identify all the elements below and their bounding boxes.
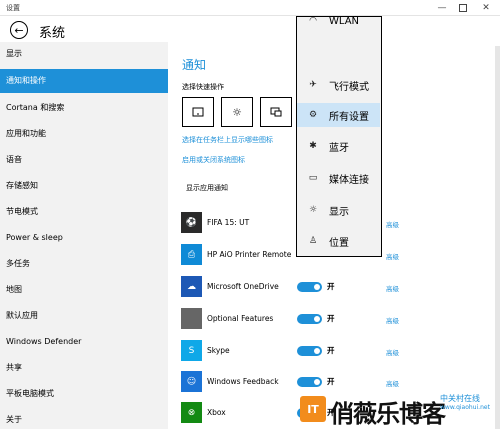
sidebar-item-defender[interactable]: Windows Defender <box>0 330 168 354</box>
menu-item-label: 显示 <box>329 206 349 218</box>
menu-item-label: 位置 <box>329 237 349 249</box>
show-app-notifications-label: 显示应用通知 <box>186 184 228 192</box>
menu-item-label: 蓝牙 <box>329 142 349 154</box>
app-name: Skype <box>207 346 230 355</box>
quick-action-tile-3[interactable] <box>260 97 292 127</box>
scrollbar[interactable] <box>495 46 500 429</box>
minimize-icon: — <box>437 3 447 13</box>
window-title: 设置 <box>6 4 20 12</box>
menu-item-wlan[interactable]: ◠ WLAN <box>297 16 380 33</box>
brightness-icon: ☼ <box>308 205 318 215</box>
sidebar: 显示 通知和操作 Cortana 和搜索 应用和功能 语音 存储感知 节电模式 … <box>0 42 168 429</box>
toggle-state-label: 开 <box>327 377 335 386</box>
sidebar-item-multitasking[interactable]: 多任务 <box>0 252 168 276</box>
notification-toggle[interactable] <box>297 377 322 387</box>
sidebar-item-storage[interactable]: 存储感知 <box>0 174 168 198</box>
onedrive-icon: ☁ <box>181 276 202 297</box>
sidebar-item-power-sleep[interactable]: Power & sleep <box>0 226 168 250</box>
advanced-link[interactable]: 高级 <box>386 347 399 357</box>
xbox-icon: ⊗ <box>181 402 202 423</box>
app-name: HP AiO Printer Remote <box>207 250 292 259</box>
title-bar: 设置 — ✕ <box>0 0 500 16</box>
airplane-icon: ✈ <box>309 80 317 90</box>
watermark-logo: IT <box>300 396 326 422</box>
quick-action-tile-1[interactable] <box>182 97 214 127</box>
back-arrow-icon: ← <box>14 23 24 37</box>
hp-printer-icon: ⎙ <box>181 244 202 265</box>
gear-icon: ⚙ <box>308 110 318 120</box>
maximize-button[interactable] <box>451 0 475 16</box>
notification-toggle[interactable] <box>297 282 322 292</box>
sidebar-item-notifications[interactable]: 通知和操作 <box>0 69 168 93</box>
advanced-link[interactable]: 高级 <box>386 251 399 261</box>
menu-item-bluetooth[interactable]: ✱ 蓝牙 <box>297 134 380 158</box>
system-icons-link[interactable]: 启用或关闭系统图标 <box>182 155 245 165</box>
app-name: Optional Features <box>207 314 274 323</box>
section-title: 通知 <box>182 58 207 72</box>
toggle-state-label: 开 <box>327 346 335 355</box>
sidebar-item-apps[interactable]: 应用和功能 <box>0 122 168 146</box>
watermark-subtext: 中关村在线 <box>440 394 480 403</box>
wifi-icon: ◠ <box>309 16 317 26</box>
quick-settings-menu: ◠ WLAN ✈ 飞行模式 ⚙ 所有设置 ✱ 蓝牙 ▭ 媒体连接 ☼ 显示 ♙ … <box>296 16 382 257</box>
project-icon <box>270 107 282 117</box>
site-watermark: IT 俏薇乐博客 中关村在线 www.qiaohui.net <box>300 392 500 429</box>
brightness-icon: ☼ <box>232 105 242 119</box>
menu-item-media-connect[interactable]: ▭ 媒体连接 <box>297 166 380 190</box>
tablet-mode-icon <box>192 107 204 117</box>
app-name: Windows Feedback <box>207 377 279 386</box>
watermark-text: 俏薇乐博客 <box>330 400 446 428</box>
maximize-icon <box>459 4 467 12</box>
menu-item-location[interactable]: ♙ 位置 <box>297 229 380 253</box>
app-row: Optional Features 开 高级 <box>181 308 500 332</box>
media-connect-icon: ▭ <box>308 173 318 183</box>
advanced-link[interactable]: 高级 <box>386 219 399 229</box>
sidebar-item-sharing[interactable]: 共享 <box>0 356 168 380</box>
sidebar-item-default-apps[interactable]: 默认应用 <box>0 304 168 328</box>
bluetooth-icon: ✱ <box>309 141 317 151</box>
advanced-link[interactable]: 高级 <box>386 315 399 325</box>
sidebar-item-about[interactable]: 关于 <box>0 408 168 429</box>
sidebar-item-speech[interactable]: 语音 <box>0 148 168 172</box>
quick-action-tile-2[interactable]: ☼ <box>221 97 253 127</box>
back-button[interactable]: ← <box>10 21 28 39</box>
menu-item-airplane-mode[interactable]: ✈ 飞行模式 <box>297 73 380 97</box>
menu-item-label: WLAN <box>329 16 360 27</box>
toggle-state-label: 开 <box>327 282 335 291</box>
menu-item-label: 媒体连接 <box>329 174 369 186</box>
advanced-link[interactable]: 高级 <box>386 378 399 388</box>
toggle-state-label: 开 <box>327 314 335 323</box>
menu-item-display[interactable]: ☼ 显示 <box>297 198 380 222</box>
notification-toggle[interactable] <box>297 314 322 324</box>
location-icon: ♙ <box>308 236 318 246</box>
close-button[interactable]: ✕ <box>474 0 498 16</box>
quick-actions-label: 选择快速操作 <box>182 83 224 91</box>
menu-item-all-settings[interactable]: ⚙ 所有设置 <box>297 103 380 127</box>
sidebar-item-display[interactable]: 显示 <box>0 42 168 66</box>
feedback-icon: ☺ <box>181 371 202 392</box>
skype-icon: S <box>181 340 202 361</box>
sidebar-item-tablet-mode[interactable]: 平板电脑模式 <box>0 382 168 406</box>
app-name: Xbox <box>207 408 226 417</box>
fifa-icon: ⚽ <box>181 212 202 233</box>
sidebar-item-cortana[interactable]: Cortana 和搜索 <box>0 96 168 120</box>
close-icon: ✕ <box>482 3 490 13</box>
menu-item-label: 所有设置 <box>329 111 369 123</box>
advanced-link[interactable]: 高级 <box>386 283 399 293</box>
optional-features-icon <box>181 308 202 329</box>
app-name: FIFA 15: UT <box>207 218 250 227</box>
app-row: S Skype 开 高级 <box>181 340 500 364</box>
app-row: ☁ Microsoft OneDrive 开 高级 <box>181 276 500 300</box>
sidebar-item-maps[interactable]: 地图 <box>0 278 168 302</box>
page-title: 系统 <box>39 26 66 41</box>
notification-toggle[interactable] <box>297 346 322 356</box>
sidebar-item-battery-saver[interactable]: 节电模式 <box>0 200 168 224</box>
menu-item-label: 飞行模式 <box>329 81 369 93</box>
taskbar-icons-link[interactable]: 选择在任务栏上显示哪些图标 <box>182 135 273 145</box>
watermark-url: www.qiaohui.net <box>440 404 490 411</box>
app-name: Microsoft OneDrive <box>207 282 279 291</box>
